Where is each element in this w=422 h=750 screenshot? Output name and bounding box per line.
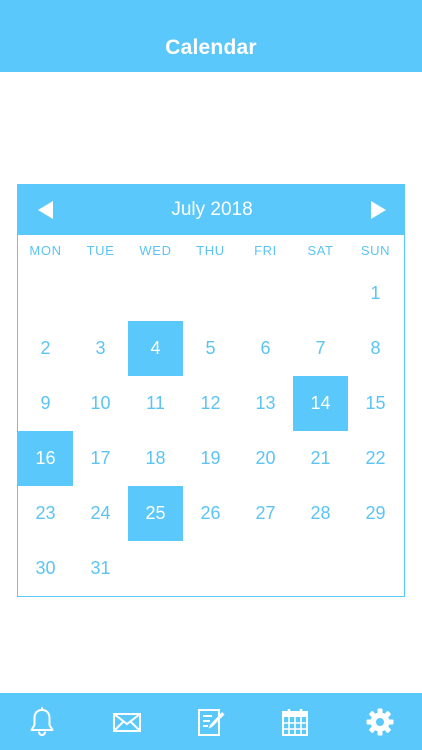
tab-settings[interactable] [356,698,404,746]
mail-icon [112,712,141,732]
tab-notes[interactable] [187,698,235,746]
day-cell[interactable]: 9 [18,376,73,431]
weekday-tue: TUE [86,242,115,258]
day-cell[interactable]: 12 [183,376,238,431]
day-cell[interactable]: 1 [348,266,403,321]
app-header: Calendar [0,0,422,72]
day-cell[interactable]: 8 [348,321,403,376]
day-cell[interactable]: 24 [73,486,128,541]
empty-day-cell [73,266,128,321]
day-cell[interactable]: 2 [18,321,73,376]
weekday-mon: MON [29,242,62,258]
page-title: Calendar [165,36,257,59]
day-cell[interactable]: 20 [238,431,293,486]
day-grid: 1 2 3 4 5 6 7 8 9 10 11 12 13 14 15 16 17 18 19 20 21 22 23 24 2… [18,266,404,596]
tab-messages[interactable] [103,698,151,746]
day-cell[interactable]: 11 [128,376,183,431]
day-cell-selected[interactable]: 16 [18,431,73,486]
day-cell[interactable]: 22 [348,431,403,486]
weekday-sat: SAT [307,242,334,258]
day-cell[interactable]: 15 [348,376,403,431]
calendar-widget: July 2018 MON TUE WED THU FRI SAT SUN 12… [17,184,405,597]
tab-bar [0,693,422,750]
weekday-header-row: MON TUE WED THU FRI SAT SUN [18,235,404,265]
day-cell[interactable]: 30 [18,541,73,596]
empty-day-cell [183,266,238,321]
bell-icon [30,706,54,736]
month-label: July 2018 [171,199,253,220]
day-cell-selected[interactable]: 25 [128,486,183,541]
day-cell[interactable]: 18 [128,431,183,486]
day-cell[interactable]: 3 [73,321,128,376]
day-cell[interactable]: 5 [183,321,238,376]
calendar-icon [282,708,309,736]
previous-month-arrow-icon[interactable] [38,201,53,219]
day-cell[interactable]: 19 [183,431,238,486]
day-cell[interactable]: 27 [238,486,293,541]
calendar-header: July 2018 [18,185,404,235]
empty-day-cell [238,266,293,321]
day-cell-selected[interactable]: 4 [128,321,183,376]
weekday-wed: WED [139,242,172,258]
tab-notifications[interactable] [18,698,66,746]
empty-day-cell [128,266,183,321]
next-month-arrow-icon[interactable] [371,201,386,219]
day-cell[interactable]: 21 [293,431,348,486]
day-cell[interactable]: 26 [183,486,238,541]
tab-calendar[interactable] [271,698,319,746]
weekday-sun: SUN [360,242,391,258]
empty-day-cell [18,266,73,321]
day-cell[interactable]: 28 [293,486,348,541]
notes-icon [197,708,225,736]
weekday-thu: THU [196,242,225,258]
day-cell[interactable]: 7 [293,321,348,376]
day-cell[interactable]: 6 [238,321,293,376]
gear-icon [366,708,394,735]
day-cell-selected[interactable]: 14 [293,376,348,431]
day-cell[interactable]: 31 [73,541,128,596]
empty-day-cell [293,266,348,321]
day-cell[interactable]: 29 [348,486,403,541]
weekday-fri: FRI [254,242,277,258]
day-cell[interactable]: 13 [238,376,293,431]
day-cell[interactable]: 23 [18,486,73,541]
day-cell[interactable]: 17 [73,431,128,486]
day-cell[interactable]: 10 [73,376,128,431]
